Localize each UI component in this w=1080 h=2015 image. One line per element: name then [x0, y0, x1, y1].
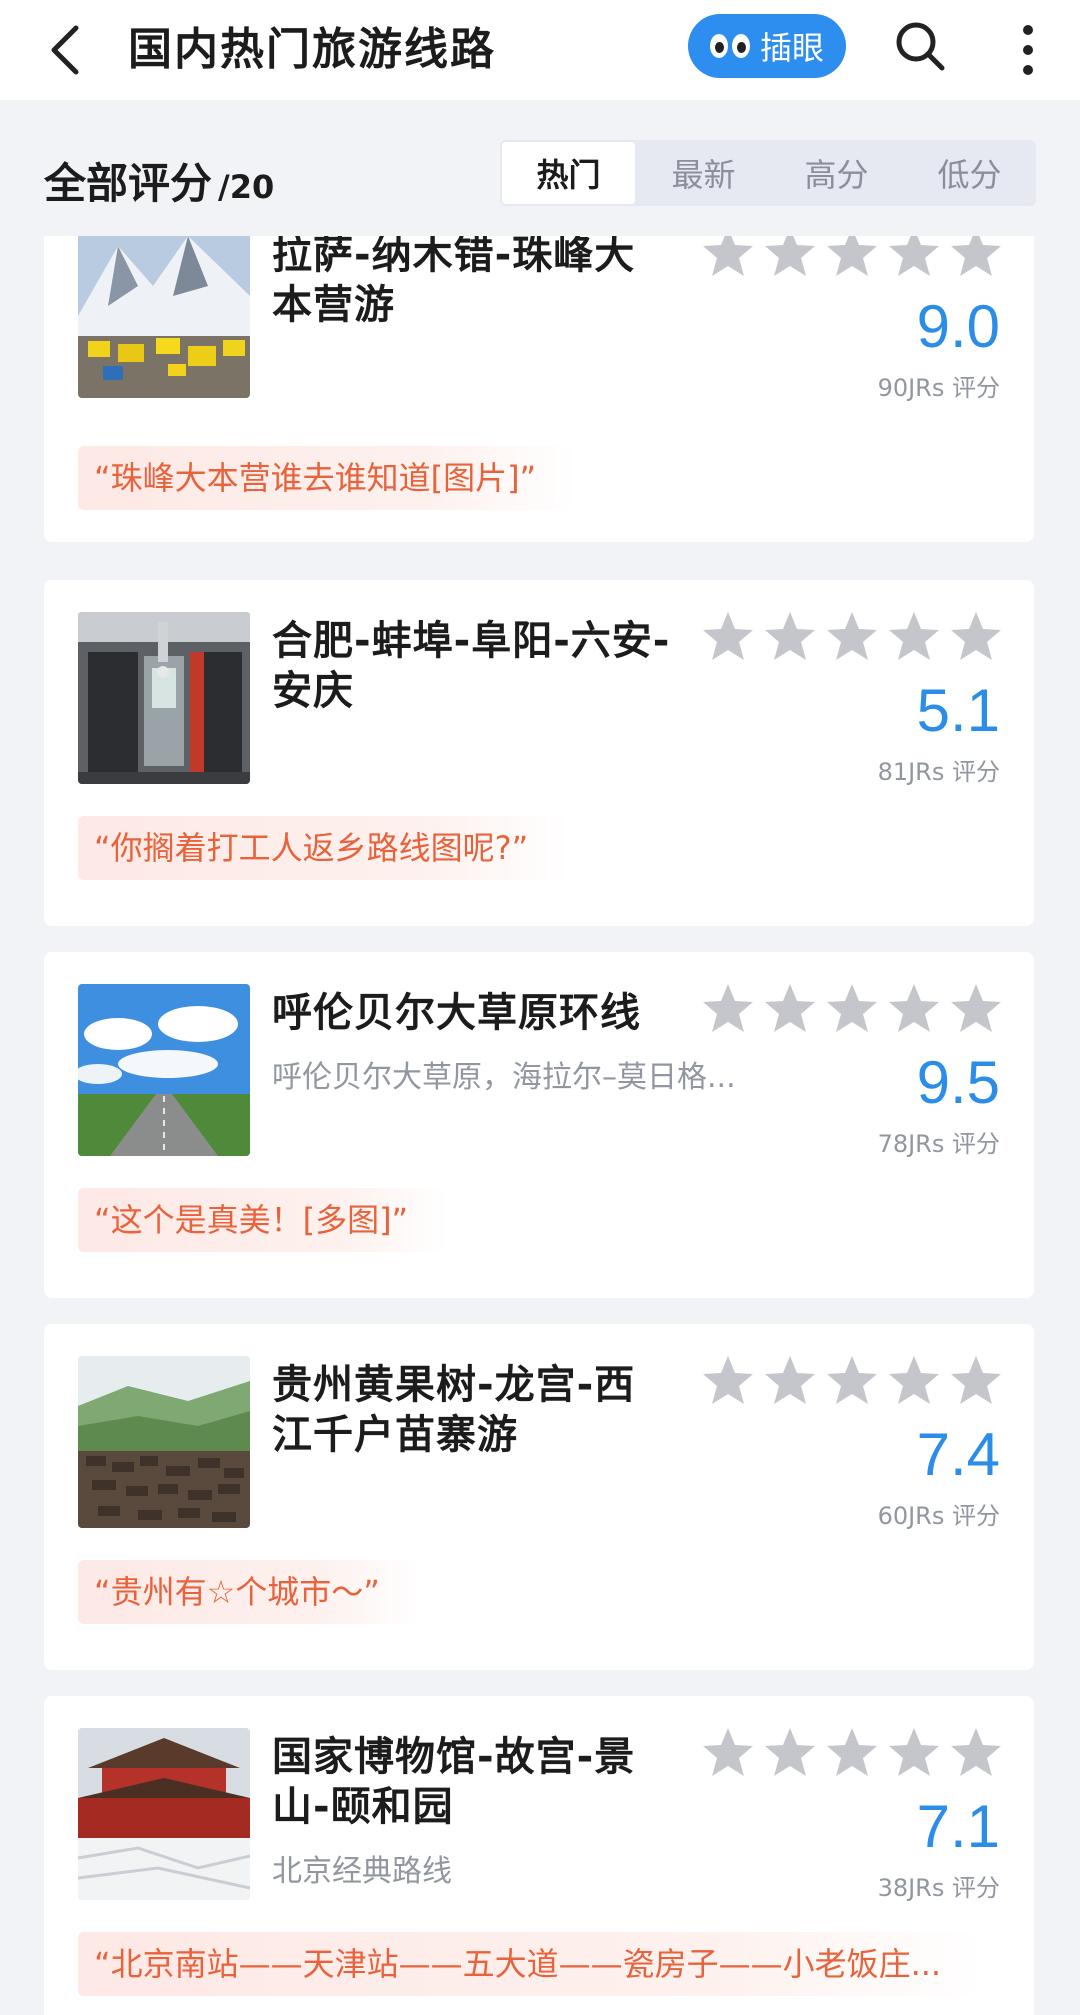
- hot-comment[interactable]: “北京南站——天津站——五大道——瓷房子——小老饭庄...: [78, 1932, 982, 1996]
- search-icon[interactable]: [892, 18, 948, 74]
- route-title: 呼伦贝尔大草原环线: [272, 990, 641, 1036]
- star-rating: [702, 236, 1002, 278]
- route-score: 7.4: [916, 1421, 1000, 1488]
- star-rating: [702, 1726, 1002, 1778]
- route-thumbnail: [78, 1356, 250, 1528]
- route-subtitle: 北京经典路线: [272, 1854, 452, 1889]
- eyes-icon: [709, 34, 750, 58]
- tab-high-score[interactable]: 高分: [770, 140, 903, 206]
- route-score: 9.0: [916, 293, 1000, 360]
- star-icon: [827, 236, 877, 276]
- tab-hot[interactable]: 热门: [502, 142, 635, 204]
- route-score: 9.5: [916, 1049, 1000, 1116]
- star-icon: [703, 1728, 753, 1776]
- route-title: 国家博物馆-故宫-景山-颐和园: [272, 1734, 636, 1830]
- star-icon: [827, 1356, 877, 1404]
- star-icon: [827, 612, 877, 660]
- route-votes: 78JRs 评分: [877, 1130, 1000, 1158]
- star-icon: [951, 1728, 1001, 1776]
- miao-village-image: [78, 1356, 250, 1528]
- route-thumbnail: [78, 1728, 250, 1900]
- star-icon: [827, 984, 877, 1032]
- star-icon: [951, 236, 1001, 276]
- hot-comment[interactable]: “珠峰大本营谁去谁知道[图片]”: [78, 446, 577, 510]
- star-rating: [702, 610, 1002, 662]
- star-icon: [951, 1356, 1001, 1404]
- star-icon: [889, 1728, 939, 1776]
- route-votes: 81JRs 评分: [877, 758, 1000, 786]
- route-thumbnail: [78, 612, 250, 784]
- route-score: 5.1: [916, 677, 1000, 744]
- route-votes: 60JRs 评分: [877, 1502, 1000, 1530]
- hot-comment[interactable]: “这个是真美！[多图]”: [78, 1188, 449, 1252]
- route-card[interactable]: 拉萨-纳木错-珠峰大本营游 9.0 90JRs 评分 “珠峰大本营谁去谁知道[图…: [44, 236, 1034, 542]
- back-arrow-icon[interactable]: [44, 22, 94, 78]
- star-icon: [951, 612, 1001, 660]
- tab-latest[interactable]: 最新: [637, 140, 770, 206]
- page-title: 国内热门旅游线路: [128, 24, 496, 75]
- hot-comment[interactable]: “贵州有☆个城市～”: [78, 1560, 420, 1624]
- star-rating: [702, 1354, 1002, 1406]
- route-thumbnail: [78, 236, 250, 398]
- star-icon: [765, 1356, 815, 1404]
- star-icon: [889, 1356, 939, 1404]
- star-icon: [765, 984, 815, 1032]
- peek-button-label: 插眼: [759, 29, 824, 67]
- route-card[interactable]: 合肥-蚌埠-阜阳-六安-安庆 5.1 81JRs 评分 “你搁着打工人返乡路线图…: [44, 580, 1034, 926]
- route-title: 拉萨-纳木错-珠峰大本营游: [272, 236, 636, 328]
- star-icon: [827, 1728, 877, 1776]
- forbidden-city-snow-image: [78, 1728, 250, 1900]
- grassland-road-image: [78, 984, 250, 1156]
- all-ratings-heading: 全部评分/20: [44, 150, 274, 211]
- star-icon: [889, 612, 939, 660]
- route-card[interactable]: 国家博物馆-故宫-景山-颐和园 北京经典路线 7.1 38JRs 评分 “北京南…: [44, 1696, 1034, 2015]
- star-icon: [951, 984, 1001, 1032]
- star-icon: [765, 1728, 815, 1776]
- route-votes: 90JRs 评分: [877, 374, 1000, 402]
- route-title: 合肥-蚌埠-阜阳-六安-安庆: [272, 618, 671, 714]
- star-icon: [765, 612, 815, 660]
- route-votes: 38JRs 评分: [877, 1874, 1000, 1902]
- route-subtitle: 呼伦贝尔大草原，海拉尔–莫日格...: [272, 1060, 736, 1095]
- star-icon: [703, 984, 753, 1032]
- star-icon: [703, 1356, 753, 1404]
- tab-low-score[interactable]: 低分: [903, 140, 1036, 206]
- star-icon: [889, 236, 939, 276]
- star-rating: [702, 982, 1002, 1034]
- route-card[interactable]: 呼伦贝尔大草原环线 呼伦贝尔大草原，海拉尔–莫日格... 9.5 78JRs 评…: [44, 952, 1034, 1298]
- everest-base-camp-image: [78, 236, 250, 398]
- route-title: 贵州黄果树-龙宫-西江千户苗寨游: [272, 1362, 636, 1458]
- star-icon: [889, 984, 939, 1032]
- sort-header: 全部评分/20 热门 最新 高分 低分: [0, 100, 1080, 236]
- top-app-bar: 国内热门旅游线路 插眼: [0, 0, 1080, 100]
- star-icon: [765, 236, 815, 276]
- sort-tabs: 热门 最新 高分 低分: [500, 140, 1036, 206]
- route-list: 拉萨-纳木错-珠峰大本营游 9.0 90JRs 评分 “珠峰大本营谁去谁知道[图…: [0, 236, 1080, 2015]
- more-vertical-icon[interactable]: [1012, 20, 1044, 80]
- star-icon: [703, 236, 753, 276]
- route-score: 7.1: [916, 1793, 1000, 1860]
- ratings-count: /20: [218, 168, 275, 206]
- route-thumbnail: [78, 984, 250, 1156]
- hot-comment[interactable]: “你搁着打工人返乡路线图呢?”: [78, 816, 569, 880]
- train-carriage-image: [78, 612, 250, 784]
- all-ratings-label: 全部评分: [44, 159, 213, 208]
- star-icon: [703, 612, 753, 660]
- peek-button[interactable]: 插眼: [688, 14, 846, 78]
- route-card[interactable]: 贵州黄果树-龙宫-西江千户苗寨游 7.4 60JRs 评分 “贵州有☆个城市～”: [44, 1324, 1034, 1670]
